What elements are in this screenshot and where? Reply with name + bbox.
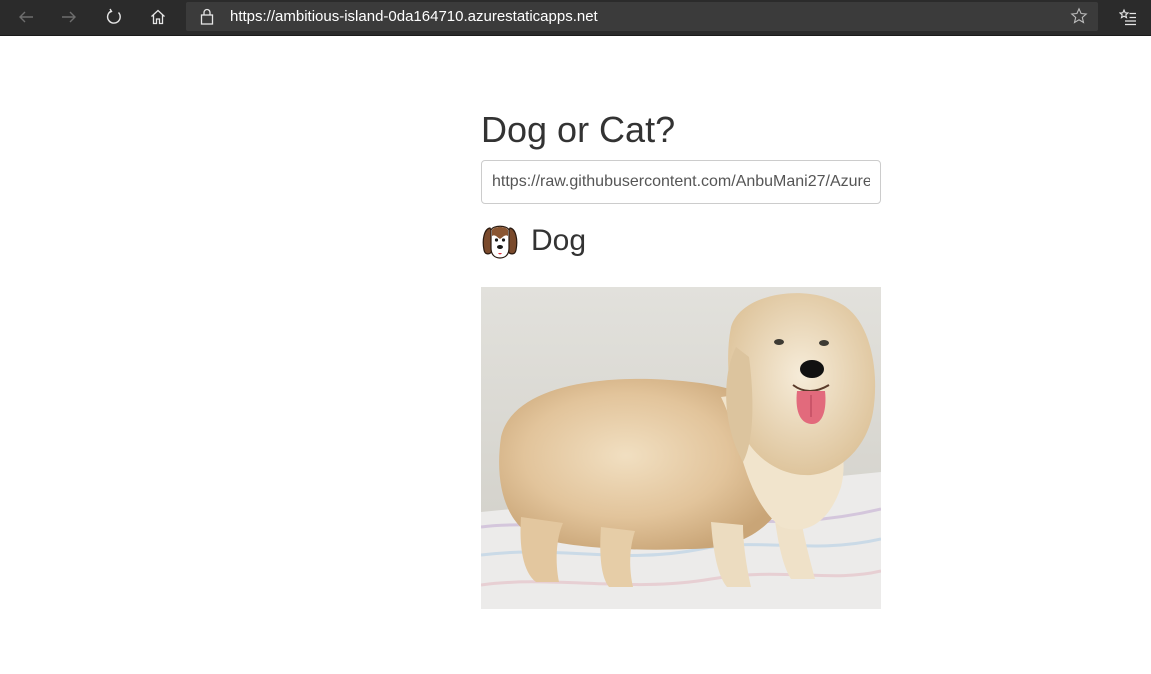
favorites-button[interactable] <box>1114 3 1142 31</box>
page-title: Dog or Cat? <box>481 109 676 150</box>
star-icon <box>1070 7 1088 24</box>
image-url-input[interactable] <box>481 160 881 204</box>
home-button[interactable] <box>144 3 172 31</box>
uploaded-dog-photo <box>481 287 881 609</box>
browser-toolbar: https://ambitious-island-0da164710.azure… <box>0 0 1151 36</box>
forward-button[interactable] <box>55 3 83 31</box>
url-text[interactable]: https://ambitious-island-0da164710.azure… <box>230 8 598 25</box>
dog-photo-image <box>481 287 881 609</box>
arrow-right-icon <box>62 11 76 23</box>
favorite-star-button[interactable] <box>1070 7 1088 30</box>
arrow-left-icon <box>19 11 33 23</box>
dog-face-icon <box>482 225 518 259</box>
prediction-label: Dog <box>531 224 587 257</box>
favorites-list-icon <box>1119 8 1136 26</box>
address-bar[interactable]: https://ambitious-island-0da164710.azure… <box>186 2 1098 31</box>
back-button[interactable] <box>12 3 40 31</box>
refresh-icon <box>106 8 121 24</box>
prediction-result: Dog <box>481 220 586 262</box>
lock-icon <box>200 8 214 25</box>
refresh-button[interactable] <box>100 3 128 31</box>
home-icon <box>151 9 165 25</box>
